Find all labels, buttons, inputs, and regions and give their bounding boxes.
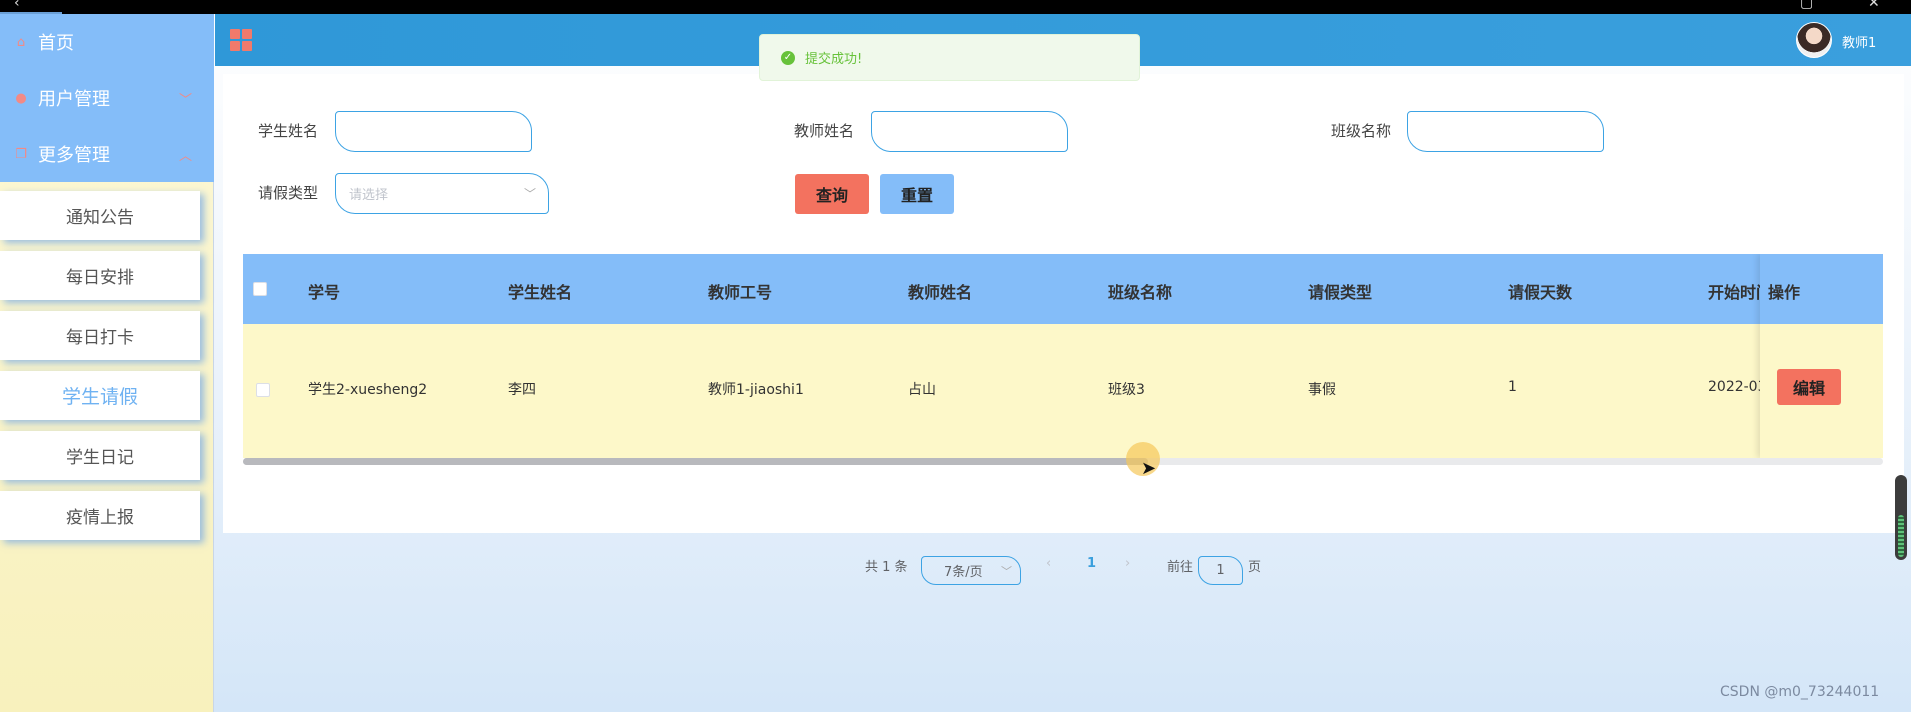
chevron-down-icon: ﹀: [523, 187, 536, 201]
next-page-icon[interactable]: ›: [1125, 556, 1130, 571]
teacher-name-label: 教师姓名: [794, 122, 855, 140]
table-cell: 李四: [508, 382, 536, 398]
table-header: 学号 学生姓名 教师工号 教师姓名 班级名称 请假类型 请假天数 开始时间: [243, 254, 1883, 324]
window-title-strip: ‹ ▢ ✕: [0, 0, 1911, 15]
mouse-pointer-icon: ➤: [1141, 458, 1157, 479]
table-cell: 班级3: [1108, 382, 1145, 398]
sidebar: ⌂ 首页 ● 用户管理 ﹀ ❐ 更多管理 ︿ 通知公告 每日安排 每日打卡 学生…: [0, 14, 214, 712]
back-icon[interactable]: ‹: [14, 0, 20, 10]
sidebar-item-label: 首页: [38, 33, 74, 54]
table-cell: 学生2-xuesheng2: [308, 382, 428, 398]
check-circle-icon: ✓: [781, 50, 795, 65]
sidebar-item-student-diary[interactable]: 学生日记: [0, 431, 200, 480]
column-header[interactable]: 班级名称: [1108, 279, 1172, 303]
sidebar-item-label: 用户管理: [38, 89, 110, 110]
close-icon[interactable]: ✕: [1868, 0, 1880, 10]
row-checkbox[interactable]: [256, 383, 270, 397]
table-row[interactable]: 学生2-xuesheng2 李四 教师1-jiaoshi1 占山 班级3 事假 …: [243, 324, 1883, 458]
column-header[interactable]: 请假类型: [1308, 279, 1372, 303]
page-size-select[interactable]: 7条/页 ﹀: [921, 556, 1021, 585]
toast-message: 提交成功!: [805, 52, 863, 67]
copy-icon: ❐: [15, 146, 27, 162]
page-size-value: 7条/页: [944, 565, 983, 580]
student-name-label: 学生姓名: [258, 122, 319, 140]
page-vertical-scrollbar[interactable]: [1895, 475, 1907, 560]
table-cell: 1: [1508, 379, 1517, 395]
leave-type-label: 请假类型: [258, 184, 319, 202]
class-name-label: 班级名称: [1331, 122, 1392, 140]
leave-table: 学号 学生姓名 教师工号 教师姓名 班级名称 请假类型 请假天数 开始时间 学生…: [243, 254, 1883, 468]
maximize-icon[interactable]: ▢: [1800, 0, 1813, 10]
reset-button[interactable]: 重置: [880, 174, 954, 214]
class-name-input[interactable]: [1407, 111, 1604, 152]
action-column: 操作 编辑: [1760, 254, 1883, 458]
leave-type-select[interactable]: 请选择 ﹀: [335, 173, 549, 214]
horizontal-scrollbar-thumb[interactable]: [243, 458, 1148, 465]
total-count: 共 1 条: [865, 560, 908, 575]
avatar[interactable]: [1796, 22, 1832, 58]
watermark: CSDN @m0_73244011: [1720, 684, 1880, 700]
sidebar-item-label: 更多管理: [38, 145, 110, 166]
column-header[interactable]: 教师姓名: [908, 279, 972, 303]
column-header: 操作: [1768, 283, 1801, 302]
page-suffix: 页: [1248, 560, 1262, 575]
student-name-input[interactable]: [335, 111, 532, 152]
column-header[interactable]: 教师工号: [708, 279, 772, 303]
sidebar-top-menu: ⌂ 首页 ● 用户管理 ﹀ ❐ 更多管理 ︿: [0, 14, 214, 182]
column-header[interactable]: 请假天数: [1508, 279, 1572, 303]
sidebar-item-user-management[interactable]: ● 用户管理 ﹀: [0, 70, 214, 126]
horizontal-scrollbar[interactable]: [243, 458, 1883, 465]
sidebar-item-daily-schedule[interactable]: 每日安排: [0, 251, 200, 300]
leave-type-placeholder: 请选择: [349, 188, 389, 203]
edit-button[interactable]: 编辑: [1777, 369, 1841, 405]
user-icon: ●: [15, 90, 27, 106]
chevron-down-icon: ﹀: [178, 92, 192, 108]
grid-menu-icon[interactable]: [230, 29, 252, 51]
chevron-up-icon: ︿: [178, 148, 192, 164]
teacher-name-input[interactable]: [871, 111, 1068, 152]
sidebar-item-home[interactable]: ⌂ 首页: [0, 14, 214, 70]
goto-label: 前往: [1167, 560, 1194, 575]
column-header[interactable]: 学号: [308, 279, 340, 303]
table-cell: 事假: [1308, 382, 1336, 398]
select-all-checkbox[interactable]: [253, 282, 267, 296]
action-cell: 编辑: [1760, 324, 1883, 458]
sidebar-item-daily-checkin[interactable]: 每日打卡: [0, 311, 200, 360]
prev-page-icon[interactable]: ‹: [1046, 556, 1051, 571]
chevron-down-icon: ﹀: [1001, 565, 1012, 578]
sidebar-item-more-management[interactable]: ❐ 更多管理 ︿: [0, 126, 214, 182]
success-toast: ✓ 提交成功!: [759, 34, 1140, 81]
query-button[interactable]: 查询: [795, 174, 869, 214]
sidebar-item-notice[interactable]: 通知公告: [0, 191, 200, 240]
page-number[interactable]: 1: [1087, 556, 1096, 571]
sidebar-item-student-leave[interactable]: 学生请假: [0, 371, 200, 420]
user-name[interactable]: 教师1: [1842, 32, 1876, 51]
goto-page-input[interactable]: 1: [1198, 556, 1243, 585]
table-cell: 教师1-jiaoshi1: [708, 382, 804, 398]
table-cell: 占山: [908, 382, 936, 398]
column-header[interactable]: 学生姓名: [508, 279, 572, 303]
action-column-header: 操作: [1760, 254, 1883, 324]
main-panel: 学生姓名 教师姓名 班级名称 请假类型 请选择 ﹀ 查询 重置 学号 学生姓名 …: [223, 74, 1904, 585]
home-icon: ⌂: [16, 34, 26, 50]
sidebar-item-epidemic-report[interactable]: 疫情上报: [0, 491, 200, 540]
scrollbar-grip[interactable]: [1898, 515, 1904, 557]
